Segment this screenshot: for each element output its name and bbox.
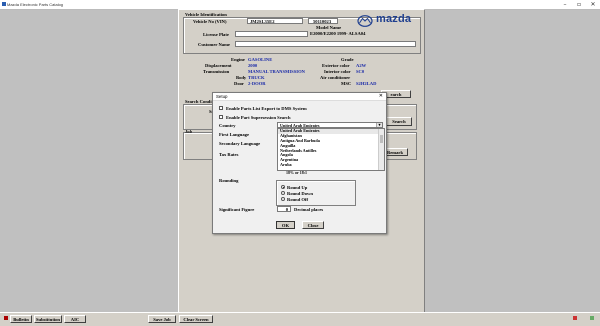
- decimal-places-label: Decimal places: [294, 207, 324, 212]
- transmission-value: MANUAL TRANSMISSION: [248, 69, 305, 74]
- search-button[interactable]: Search: [386, 117, 412, 126]
- license-plate-field[interactable]: [235, 31, 308, 37]
- enable-supersession-checkbox[interactable]: [219, 115, 223, 119]
- transmission-label: Transmission: [203, 69, 230, 74]
- significant-figure-label: Significant Figure: [219, 207, 255, 212]
- door-value: 2-DOOR: [248, 81, 266, 86]
- customer-name-label: Customer Name: [198, 42, 230, 47]
- setup-dialog: Setup ✕ Enable Parts List Export to DMS …: [212, 92, 387, 234]
- search-condition-label: Search Condi: [185, 99, 212, 104]
- clear-screen-button[interactable]: Clear Screen: [179, 315, 213, 323]
- rounding-label: Rounding: [219, 178, 239, 183]
- minimize-icon[interactable]: –: [558, 0, 572, 9]
- footer-left-icon: [4, 316, 8, 320]
- engine-value: GASOLINE: [248, 57, 273, 62]
- body-label: Body: [236, 75, 247, 80]
- enable-export-label: Enable Parts List Export to DMS System: [226, 106, 307, 111]
- bulletin-button[interactable]: Bulletin: [10, 315, 32, 323]
- footer-toolbar: [0, 312, 600, 326]
- scrollbar-thumb[interactable]: [379, 135, 383, 143]
- ok-button[interactable]: OK: [276, 221, 295, 229]
- setup-dialog-title: Setup: [216, 93, 228, 99]
- msc-value: S2H2LAD: [356, 81, 377, 86]
- round-down-label: Round Down: [287, 190, 313, 196]
- country-label: Country: [219, 123, 236, 128]
- license-plate-label: License Plate: [203, 32, 229, 37]
- round-off-radio[interactable]: [281, 197, 285, 201]
- tax-rate-partial: 18% or 18:1: [286, 170, 308, 175]
- mazda-logo: mazda: [355, 13, 417, 29]
- save-job-button[interactable]: Save Job: [148, 315, 176, 323]
- enable-export-checkbox[interactable]: [219, 106, 223, 110]
- vehicle-identification-header: Vehicle Identification: [185, 12, 227, 17]
- door-label: Door: [234, 81, 244, 86]
- msc-label: MSC: [341, 81, 352, 86]
- vin-label: Vehicle No (VIN): [193, 19, 227, 24]
- app-icon: [2, 2, 6, 6]
- secondary-language-label: Secondary Language: [219, 141, 261, 146]
- round-up-radio[interactable]: [281, 185, 285, 189]
- list-item[interactable]: Aruba: [278, 162, 384, 168]
- vin-field[interactable]: JM2SL35E2: [247, 18, 303, 24]
- interior-color-value: SC0: [356, 69, 365, 74]
- footer-right-icon: [573, 316, 577, 320]
- maximize-icon[interactable]: ▫: [572, 0, 586, 9]
- chevron-down-icon[interactable]: ▾: [376, 123, 382, 127]
- engine-label: Engine: [231, 57, 245, 62]
- enable-supersession-label: Enable Part Supersession Search: [226, 115, 291, 120]
- setup-dialog-titlebar: Setup ✕: [213, 93, 386, 101]
- rounding-group: Round Up Round Down Round Off: [276, 180, 356, 206]
- close-button[interactable]: Close: [302, 221, 324, 229]
- aic-button[interactable]: AIC: [64, 315, 86, 323]
- footer-right-icon-2: [590, 316, 594, 320]
- customer-name-field[interactable]: [235, 41, 416, 47]
- mazda-wordmark: mazda: [376, 13, 412, 25]
- model-name-label: Model Name: [316, 25, 342, 30]
- job-label: Job: [185, 129, 192, 134]
- country-dropdown-list[interactable]: United Arab Emirates Afghanistan Antigua…: [277, 128, 385, 171]
- model-name-value: E2000/E2200 1999- ALSA04: [308, 31, 416, 37]
- round-up-label: Round Up: [287, 184, 308, 190]
- round-off-label: Round Off: [287, 196, 309, 202]
- window-title: Mazda Electronic Parts Catalog: [7, 2, 64, 7]
- displacement-value: 2000: [248, 63, 258, 68]
- significant-figure-field[interactable]: 0: [277, 206, 291, 212]
- mazda-emblem-icon: [357, 15, 373, 27]
- displacement-label: Displacement: [205, 63, 232, 68]
- tax-rates-label: Tax Rates: [219, 152, 239, 157]
- air-conditioner-label: Air conditioner: [320, 75, 351, 80]
- exterior-color-label: Exterior color: [322, 63, 350, 68]
- round-down-radio[interactable]: [281, 191, 285, 195]
- substitution-button[interactable]: Substitution: [34, 315, 62, 323]
- dropdown-scrollbar[interactable]: [378, 129, 384, 170]
- interior-color-label: Interior color: [324, 69, 351, 74]
- grade-label: Grade: [341, 57, 354, 62]
- exterior-color-value: A2W: [356, 63, 367, 68]
- body-value: TRUCK: [248, 75, 265, 80]
- first-language-label: First Language: [219, 132, 249, 137]
- dialog-close-icon[interactable]: ✕: [379, 93, 383, 99]
- vin-serial-field[interactable]: 50110023: [308, 18, 338, 24]
- window-close-icon[interactable]: ✕: [586, 0, 600, 9]
